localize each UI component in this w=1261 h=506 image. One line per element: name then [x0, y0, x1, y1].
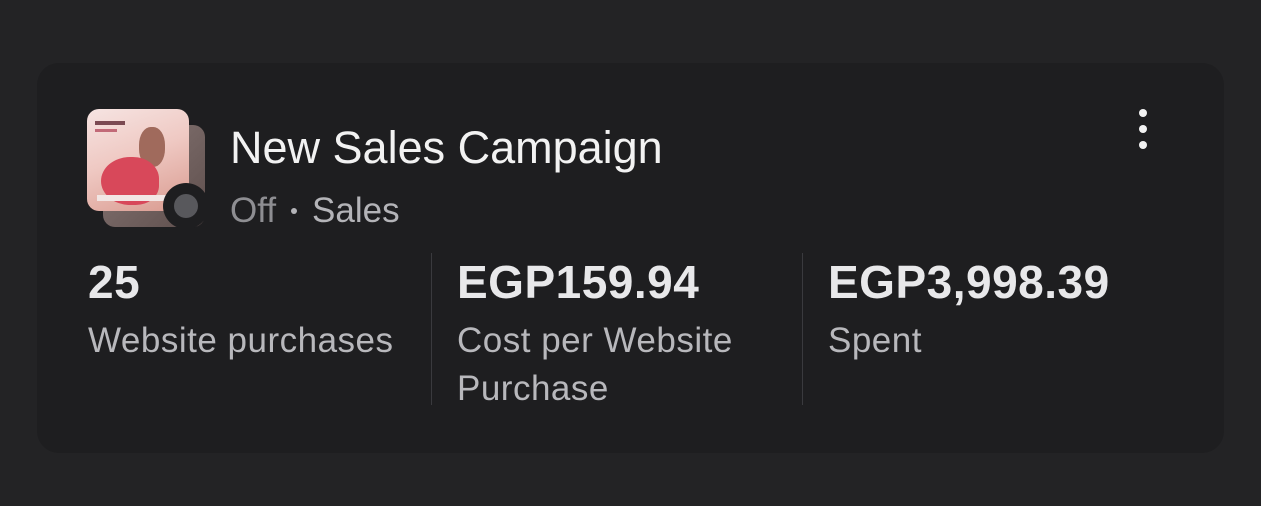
- metric-value: EGP3,998.39: [828, 256, 1110, 308]
- metric-label: Spent: [828, 321, 922, 360]
- metric-divider: [431, 253, 432, 405]
- more-vertical-icon: [1139, 125, 1147, 133]
- status-indicator-dot: [174, 194, 198, 218]
- campaign-thumbnail[interactable]: [87, 109, 211, 233]
- campaign-subtitle: Off Sales: [230, 193, 400, 228]
- campaign-objective: Sales: [312, 191, 400, 230]
- more-vertical-icon: [1139, 109, 1147, 117]
- campaign-title[interactable]: New Sales Campaign: [230, 125, 663, 170]
- more-vertical-icon: [1139, 141, 1147, 149]
- metric-value: 25: [88, 256, 141, 308]
- thumbnail-graphic: [95, 129, 117, 132]
- more-options-button[interactable]: [1131, 109, 1155, 149]
- metric-divider: [802, 253, 803, 405]
- metric-label: Website purchases: [88, 321, 394, 360]
- metric-website-purchases: 25 Website purchases: [88, 259, 428, 365]
- campaign-status: Off: [230, 191, 277, 230]
- campaign-card[interactable]: New Sales Campaign Off Sales 25 Website …: [37, 63, 1224, 453]
- metric-label: Cost per Website Purchase: [457, 321, 733, 408]
- metric-spent: EGP3,998.39 Spent: [828, 259, 1168, 365]
- separator-dot: [291, 207, 298, 214]
- metric-cost-per-purchase: EGP159.94 Cost per Website Purchase: [457, 259, 777, 413]
- thumbnail-graphic: [95, 121, 125, 125]
- metric-value: EGP159.94: [457, 256, 700, 308]
